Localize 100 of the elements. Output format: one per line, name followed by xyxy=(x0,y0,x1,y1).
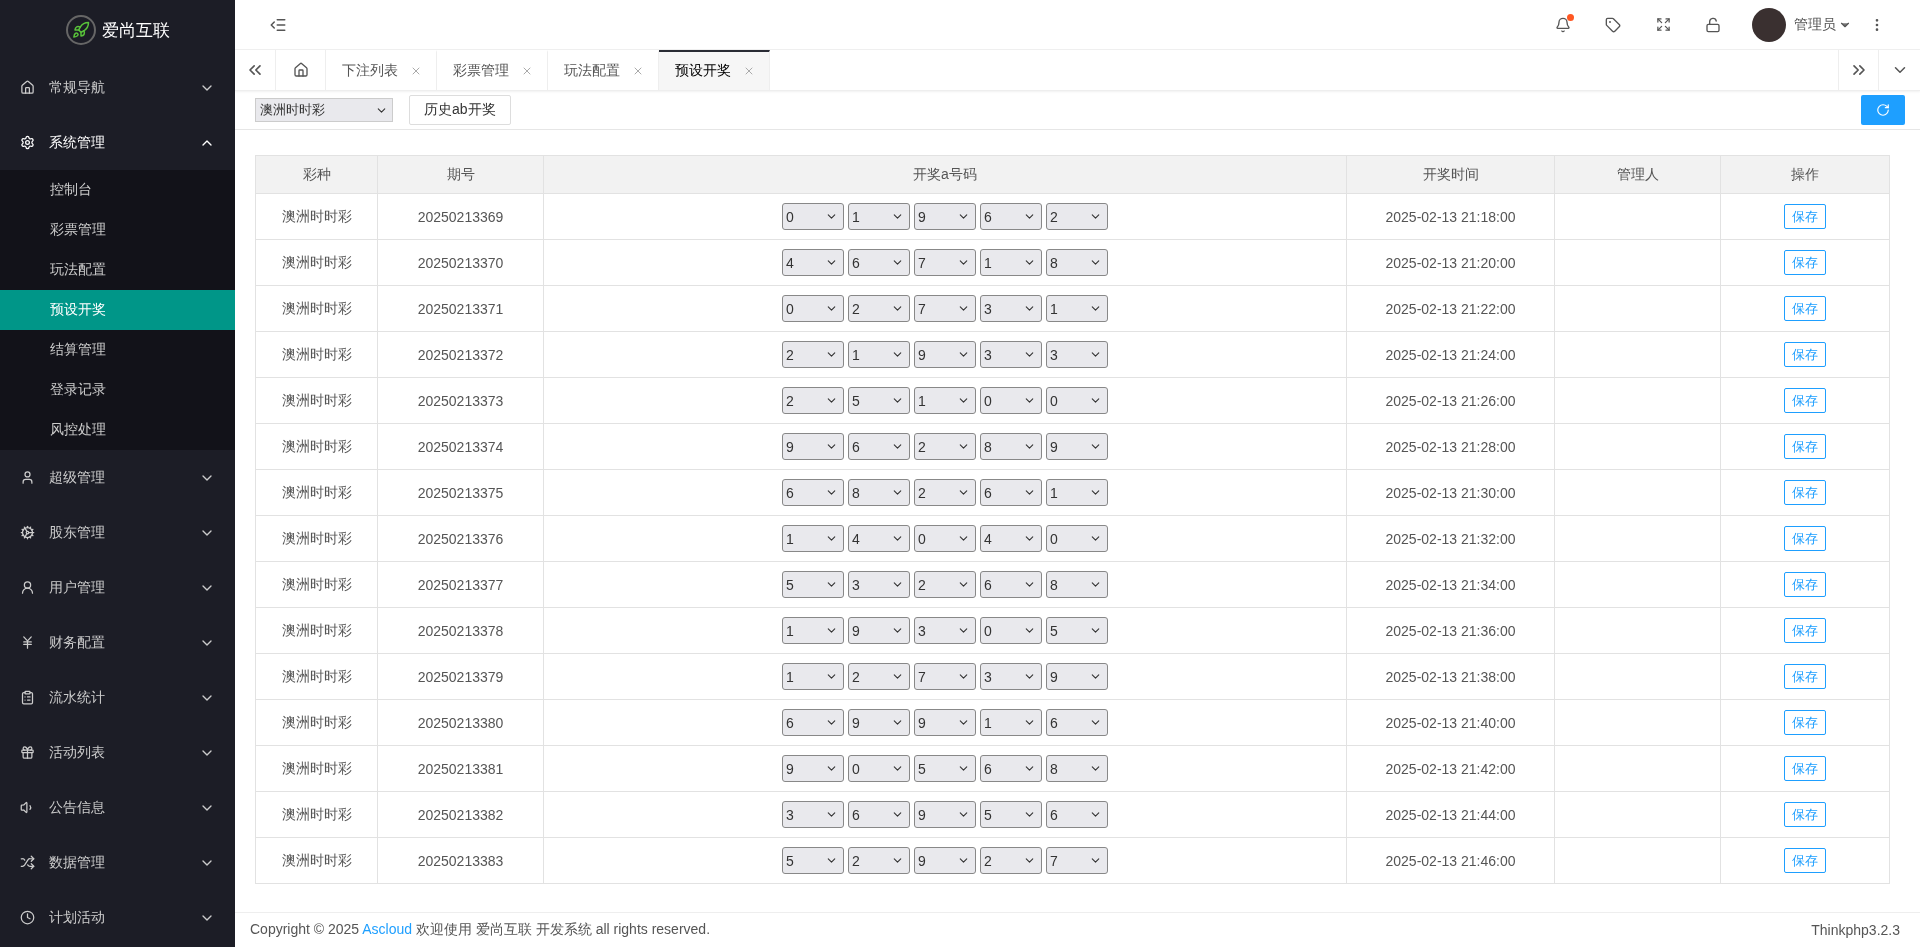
sidebar-menu-item[interactable]: 数据管理 xyxy=(0,835,235,890)
sidebar-menu-item[interactable]: 财务配置 xyxy=(0,615,235,670)
sidebar-menu-item[interactable]: 超级管理 xyxy=(0,450,235,505)
number-select[interactable]: 8 xyxy=(848,479,910,506)
number-select[interactable]: 1 xyxy=(782,525,844,552)
number-select[interactable]: 2 xyxy=(848,663,910,690)
number-select[interactable]: 6 xyxy=(980,755,1042,782)
page-tab[interactable]: 彩票管理 xyxy=(437,50,548,90)
history-button[interactable]: 历史ab开奖 xyxy=(409,95,511,125)
number-select[interactable]: 1 xyxy=(1046,479,1108,506)
number-select[interactable]: 2 xyxy=(848,295,910,322)
close-icon[interactable] xyxy=(632,65,644,77)
number-select[interactable]: 2 xyxy=(1046,203,1108,230)
number-select[interactable]: 2 xyxy=(914,479,976,506)
number-select[interactable]: 5 xyxy=(782,571,844,598)
sidebar-menu-item[interactable]: 用户管理 xyxy=(0,560,235,615)
number-select[interactable]: 0 xyxy=(782,203,844,230)
number-select[interactable]: 7 xyxy=(914,295,976,322)
close-icon[interactable] xyxy=(521,65,533,77)
number-select[interactable]: 4 xyxy=(980,525,1042,552)
number-select[interactable]: 7 xyxy=(914,249,976,276)
number-select[interactable]: 1 xyxy=(848,341,910,368)
number-select[interactable]: 2 xyxy=(914,433,976,460)
number-select[interactable]: 3 xyxy=(782,801,844,828)
number-select[interactable]: 1 xyxy=(980,249,1042,276)
close-icon[interactable] xyxy=(743,65,755,77)
number-select[interactable]: 0 xyxy=(980,387,1042,414)
number-select[interactable]: 3 xyxy=(1046,341,1108,368)
number-select[interactable]: 7 xyxy=(1046,847,1108,874)
number-select[interactable]: 6 xyxy=(782,479,844,506)
sidebar-submenu-item[interactable]: 登录记录 xyxy=(0,370,235,410)
sidebar-submenu-item[interactable]: 玩法配置 xyxy=(0,250,235,290)
number-select[interactable]: 9 xyxy=(782,433,844,460)
refresh-button[interactable] xyxy=(1861,95,1905,125)
number-select[interactable]: 9 xyxy=(848,617,910,644)
number-select[interactable]: 2 xyxy=(914,571,976,598)
number-select[interactable]: 9 xyxy=(914,341,976,368)
sidebar-menu-item[interactable]: 流水统计 xyxy=(0,670,235,725)
number-select[interactable]: 4 xyxy=(782,249,844,276)
sidebar-submenu-item[interactable]: 控制台 xyxy=(0,170,235,210)
number-select[interactable]: 8 xyxy=(1046,755,1108,782)
number-select[interactable]: 2 xyxy=(782,341,844,368)
number-select[interactable]: 3 xyxy=(914,617,976,644)
user-menu[interactable]: 管理员 xyxy=(1794,15,1852,34)
number-select[interactable]: 0 xyxy=(980,617,1042,644)
number-select[interactable]: 9 xyxy=(914,801,976,828)
number-select[interactable]: 6 xyxy=(980,203,1042,230)
number-select[interactable]: 1 xyxy=(782,663,844,690)
number-select[interactable]: 8 xyxy=(980,433,1042,460)
lottery-select[interactable]: 澳洲时时彩 xyxy=(255,98,393,122)
number-select[interactable]: 2 xyxy=(782,387,844,414)
number-select[interactable]: 6 xyxy=(1046,709,1108,736)
number-select[interactable]: 2 xyxy=(848,847,910,874)
number-select[interactable]: 5 xyxy=(914,755,976,782)
number-select[interactable]: 4 xyxy=(848,525,910,552)
page-tab[interactable]: 预设开奖 xyxy=(659,50,770,90)
number-select[interactable]: 0 xyxy=(1046,387,1108,414)
number-select[interactable]: 1 xyxy=(980,709,1042,736)
close-icon[interactable] xyxy=(410,65,422,77)
number-select[interactable]: 9 xyxy=(782,755,844,782)
scroll-right-icon[interactable] xyxy=(1838,50,1879,90)
number-select[interactable]: 5 xyxy=(848,387,910,414)
page-tab[interactable]: 玩法配置 xyxy=(548,50,659,90)
number-select[interactable]: 8 xyxy=(1046,249,1108,276)
number-select[interactable]: 0 xyxy=(914,525,976,552)
number-select[interactable]: 1 xyxy=(1046,295,1108,322)
number-select[interactable]: 9 xyxy=(1046,433,1108,460)
number-select[interactable]: 9 xyxy=(848,709,910,736)
sidebar-submenu-item[interactable]: 彩票管理 xyxy=(0,210,235,250)
number-select[interactable]: 3 xyxy=(980,663,1042,690)
number-select[interactable]: 5 xyxy=(980,801,1042,828)
number-select[interactable]: 9 xyxy=(914,709,976,736)
sidebar-submenu-item[interactable]: 风控处理 xyxy=(0,410,235,450)
number-select[interactable]: 3 xyxy=(848,571,910,598)
sidebar-submenu-item[interactable]: 结算管理 xyxy=(0,330,235,370)
number-select[interactable]: 9 xyxy=(914,203,976,230)
number-select[interactable]: 1 xyxy=(848,203,910,230)
number-select[interactable]: 7 xyxy=(914,663,976,690)
number-select[interactable]: 6 xyxy=(848,249,910,276)
number-select[interactable]: 6 xyxy=(980,479,1042,506)
number-select[interactable]: 6 xyxy=(980,571,1042,598)
number-select[interactable]: 6 xyxy=(848,433,910,460)
number-select[interactable]: 1 xyxy=(914,387,976,414)
number-select[interactable]: 6 xyxy=(1046,801,1108,828)
number-select[interactable]: 2 xyxy=(980,847,1042,874)
sidebar-menu-item[interactable]: 计划活动 xyxy=(0,890,235,945)
sidebar-menu-item[interactable]: 常规导航 xyxy=(0,60,235,115)
sidebar-menu-item[interactable]: 活动列表 xyxy=(0,725,235,780)
number-select[interactable]: 5 xyxy=(1046,617,1108,644)
number-select[interactable]: 9 xyxy=(1046,663,1108,690)
number-select[interactable]: 0 xyxy=(848,755,910,782)
number-select[interactable]: 1 xyxy=(782,617,844,644)
number-select[interactable]: 0 xyxy=(782,295,844,322)
number-select[interactable]: 3 xyxy=(980,341,1042,368)
sidebar-menu-item[interactable]: 公告信息 xyxy=(0,780,235,835)
number-select[interactable]: 9 xyxy=(914,847,976,874)
number-select[interactable]: 6 xyxy=(848,801,910,828)
page-tab[interactable]: 下注列表 xyxy=(326,50,437,90)
sidebar-submenu-item[interactable]: 预设开奖 xyxy=(0,290,235,330)
number-select[interactable]: 5 xyxy=(782,847,844,874)
